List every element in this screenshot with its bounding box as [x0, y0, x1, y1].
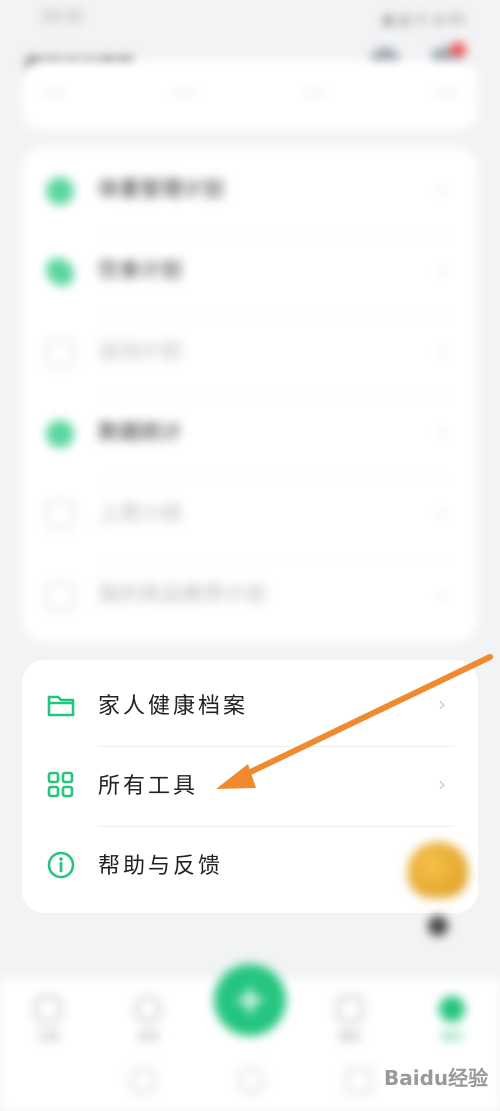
grid-icon: [47, 771, 74, 798]
menu-item-weekly-summary[interactable]: 上周小结 ›: [22, 475, 478, 555]
nav-me[interactable]: 我的: [422, 996, 482, 1044]
chevron-right-icon: ›: [438, 339, 446, 363]
status-time: 22:15: [42, 9, 83, 25]
chevron-right-icon: ›: [438, 420, 446, 444]
main-menu-card: 体重管理计划 › 饮食计划 › 运动计划 › 数据统计 › 上周小结 › 我的商…: [22, 147, 478, 642]
menu-item-all-tools[interactable]: 所有工具 ›: [22, 746, 478, 826]
chevron-right-icon: ›: [438, 177, 446, 201]
summary-card: —— —— —— ——: [22, 60, 478, 130]
watermark: Baidu经验: [384, 1066, 489, 1090]
info-icon: [47, 851, 75, 879]
menu-item-label: 我的商品推荐计划: [98, 582, 266, 606]
chevron-right-icon: ›: [438, 501, 446, 525]
nav-label: 服务: [339, 1030, 361, 1043]
menu-item-family-health[interactable]: 家人健康档案 ›: [22, 666, 478, 746]
menu-item-label: 饮食计划: [98, 258, 182, 282]
chevron-right-icon: ›: [438, 258, 446, 282]
nav-record[interactable]: 记录: [18, 996, 78, 1044]
green-circle-icon: [46, 177, 74, 205]
notification-badge: [450, 42, 466, 58]
menu-item-label: 运动计划: [98, 339, 182, 363]
status-icons: ▣ ▤ ⦿ ◔ 54: [382, 13, 464, 28]
system-back-icon[interactable]: [130, 1068, 156, 1094]
menu-item-label: 体重管理计划: [98, 177, 224, 201]
floating-reward-icon[interactable]: [408, 842, 468, 898]
menu-item-label: 数据统计: [98, 420, 182, 444]
compass-icon: [135, 996, 161, 1022]
green-circle-icon: [46, 420, 74, 448]
status-bar: 22:15 ▣ ▤ ⦿ ◔ 54: [0, 0, 500, 40]
nav-label: 发现: [137, 1030, 159, 1043]
summary-tab[interactable]: ——: [303, 86, 327, 100]
menu-item-label: 家人健康档案: [98, 694, 249, 719]
summary-tab[interactable]: ——: [173, 86, 197, 100]
chevron-right-icon: ›: [438, 772, 446, 796]
person-icon: [46, 501, 74, 529]
menu-item-label: 上周小结: [98, 501, 182, 525]
floating-close-icon[interactable]: [428, 916, 448, 936]
profile-icon: [439, 996, 465, 1022]
green-leaf-icon: [46, 258, 74, 286]
nav-service[interactable]: 服务: [320, 996, 380, 1044]
person-icon: [46, 339, 74, 367]
service-icon: [337, 996, 363, 1022]
nav-label: 记录: [37, 1030, 59, 1043]
bag-icon: [46, 582, 74, 610]
menu-item-product-plan[interactable]: 我的商品推荐计划 ›: [22, 556, 478, 636]
nav-discover[interactable]: 发现: [118, 996, 178, 1044]
chevron-right-icon: ›: [438, 692, 446, 716]
folder-icon: [47, 695, 75, 717]
add-button[interactable]: +: [214, 964, 286, 1036]
system-recent-icon[interactable]: [346, 1068, 372, 1094]
summary-tab[interactable]: ——: [434, 86, 458, 100]
chevron-right-icon: ›: [438, 582, 446, 606]
menu-item-label: 所有工具: [98, 774, 199, 799]
menu-item-label: 帮助与反馈: [98, 854, 224, 879]
menu-item-weight-plan[interactable]: 体重管理计划 ›: [22, 151, 478, 231]
system-home-icon[interactable]: [238, 1068, 264, 1094]
summary-tab[interactable]: ——: [42, 86, 66, 100]
menu-item-exercise-plan[interactable]: 运动计划 ›: [22, 313, 478, 393]
nav-label: 我的: [441, 1030, 463, 1043]
menu-item-diet-plan[interactable]: 饮食计划 ›: [22, 232, 478, 312]
calendar-icon: [35, 996, 61, 1022]
menu-item-statistics[interactable]: 数据统计 ›: [22, 394, 478, 474]
